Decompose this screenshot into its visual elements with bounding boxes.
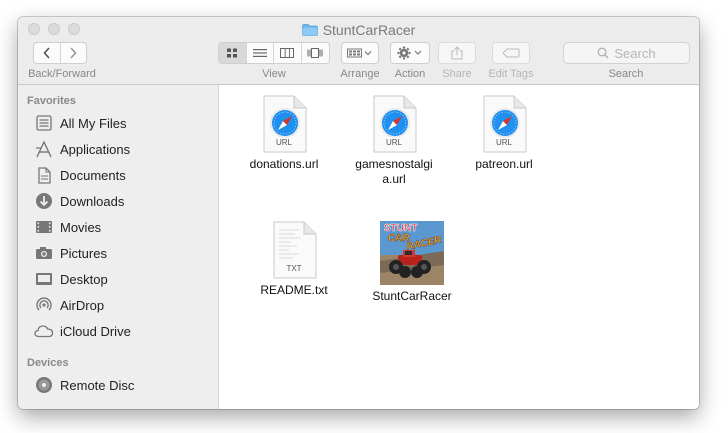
sidebar-item-movies[interactable]: Movies <box>34 216 214 238</box>
disc-icon <box>34 376 54 394</box>
documents-icon <box>34 166 54 184</box>
file-item-stuntcarracer[interactable]: STUNT CAR RACER StuntCarRacer <box>362 221 462 304</box>
file-ext-badge: URL <box>385 138 402 147</box>
view-control <box>218 42 330 64</box>
edit-tags-button[interactable] <box>492 42 530 64</box>
sidebar-item-icloud-drive[interactable]: iCloud Drive <box>34 320 214 342</box>
airdrop-icon <box>34 296 54 314</box>
url-document-icon: URL <box>371 95 417 153</box>
sidebar-item-airdrop[interactable]: AirDrop <box>34 294 214 316</box>
sidebar-item-label: Documents <box>60 167 126 183</box>
file-item-patreon-url[interactable]: URL patreon.url <box>454 95 554 172</box>
sidebar-item-label: AirDrop <box>60 297 105 313</box>
devices-header: Devices <box>27 357 69 369</box>
url-document-icon: URL <box>481 95 527 153</box>
list-icon <box>252 49 267 57</box>
downloads-icon <box>34 192 54 210</box>
finder-window: StuntCarRacer Back/Forward View Arrange … <box>18 17 699 409</box>
favorites-header: Favorites <box>27 95 76 107</box>
folder-icon <box>301 24 318 36</box>
all-files-icon <box>34 114 54 132</box>
share-icon <box>451 46 463 60</box>
search-icon <box>597 47 609 59</box>
cloud-icon <box>34 322 54 340</box>
column-view-button[interactable] <box>274 43 302 63</box>
back-button[interactable] <box>34 43 61 63</box>
text-document-icon: TXT <box>271 221 317 279</box>
action-label: Action <box>394 68 426 80</box>
file-name: README.txt <box>260 283 328 297</box>
sidebar-item-applications[interactable]: Applications <box>34 138 214 160</box>
file-ext-badge: TXT <box>286 264 302 273</box>
sidebar: Favorites All My Files Applications Docu… <box>18 85 219 409</box>
sidebar-item-pictures[interactable]: Pictures <box>34 242 214 264</box>
file-item-gamesnostalgia-url[interactable]: URL gamesnostalgia.url <box>344 95 444 187</box>
view-label: View <box>262 68 286 80</box>
file-ext-badge: URL <box>275 138 292 147</box>
sidebar-item-label: iCloud Drive <box>60 323 131 339</box>
icon-view-button[interactable] <box>219 43 247 63</box>
edit-tags-label: Edit Tags <box>488 68 534 80</box>
search-placeholder: Search <box>614 45 656 61</box>
desktop-icon <box>34 270 54 288</box>
sidebar-item-label: Pictures <box>60 245 107 261</box>
action-button[interactable] <box>390 42 430 64</box>
sidebar-item-label: Downloads <box>60 193 125 209</box>
columns-icon <box>280 48 295 58</box>
back-forward-label: Back/Forward <box>28 68 96 80</box>
sidebar-item-remote-disc[interactable]: Remote Disc <box>34 374 214 396</box>
cover-flow-button[interactable] <box>302 43 329 63</box>
file-name: gamesnostalgia.url <box>355 157 433 186</box>
applications-icon <box>34 140 54 158</box>
chevron-right-icon <box>70 47 77 59</box>
movies-icon <box>34 218 54 236</box>
arrange-label: Arrange <box>340 68 380 80</box>
stuntcarracer-app-icon: STUNT CAR RACER <box>380 221 444 285</box>
file-name: donations.url <box>249 157 319 171</box>
file-item-donations-url[interactable]: URL donations.url <box>234 95 334 172</box>
arrange-icon <box>347 48 372 58</box>
file-browser: URL donations.url URL gamesnostalgia.url <box>220 85 699 409</box>
tag-icon <box>502 48 520 58</box>
list-view-button[interactable] <box>247 43 274 63</box>
chevron-left-icon <box>43 47 50 59</box>
cover-flow-icon <box>307 48 323 58</box>
window-title-text: StuntCarRacer <box>322 22 416 38</box>
file-name: patreon.url <box>475 157 533 171</box>
sidebar-item-label: Movies <box>60 219 102 235</box>
search-field[interactable]: Search <box>563 42 690 64</box>
url-document-icon: URL <box>261 95 307 153</box>
back-forward-control <box>33 42 87 64</box>
sidebar-item-label: Desktop <box>60 271 108 287</box>
file-name: StuntCarRacer <box>372 289 452 303</box>
sidebar-item-all-my-files[interactable]: All My Files <box>34 112 214 134</box>
window-title: StuntCarRacer <box>18 21 699 39</box>
file-item-readme-txt[interactable]: TXT README.txt <box>244 221 344 298</box>
toolbar: StuntCarRacer Back/Forward View Arrange … <box>18 17 699 85</box>
search-label: Search <box>608 68 644 80</box>
sidebar-item-desktop[interactable]: Desktop <box>34 268 214 290</box>
file-ext-badge: URL <box>495 138 512 147</box>
sidebar-item-documents[interactable]: Documents <box>34 164 214 186</box>
gear-icon <box>397 46 422 60</box>
share-label: Share <box>442 68 472 80</box>
grid-icon <box>227 48 238 58</box>
arrange-button[interactable] <box>341 42 379 64</box>
sidebar-item-label: Remote Disc <box>60 377 135 393</box>
forward-button[interactable] <box>61 43 87 63</box>
pictures-icon <box>34 244 54 262</box>
sidebar-item-label: Applications <box>60 141 131 157</box>
sidebar-item-downloads[interactable]: Downloads <box>34 190 214 212</box>
sidebar-item-label: All My Files <box>60 115 127 131</box>
share-button[interactable] <box>438 42 476 64</box>
